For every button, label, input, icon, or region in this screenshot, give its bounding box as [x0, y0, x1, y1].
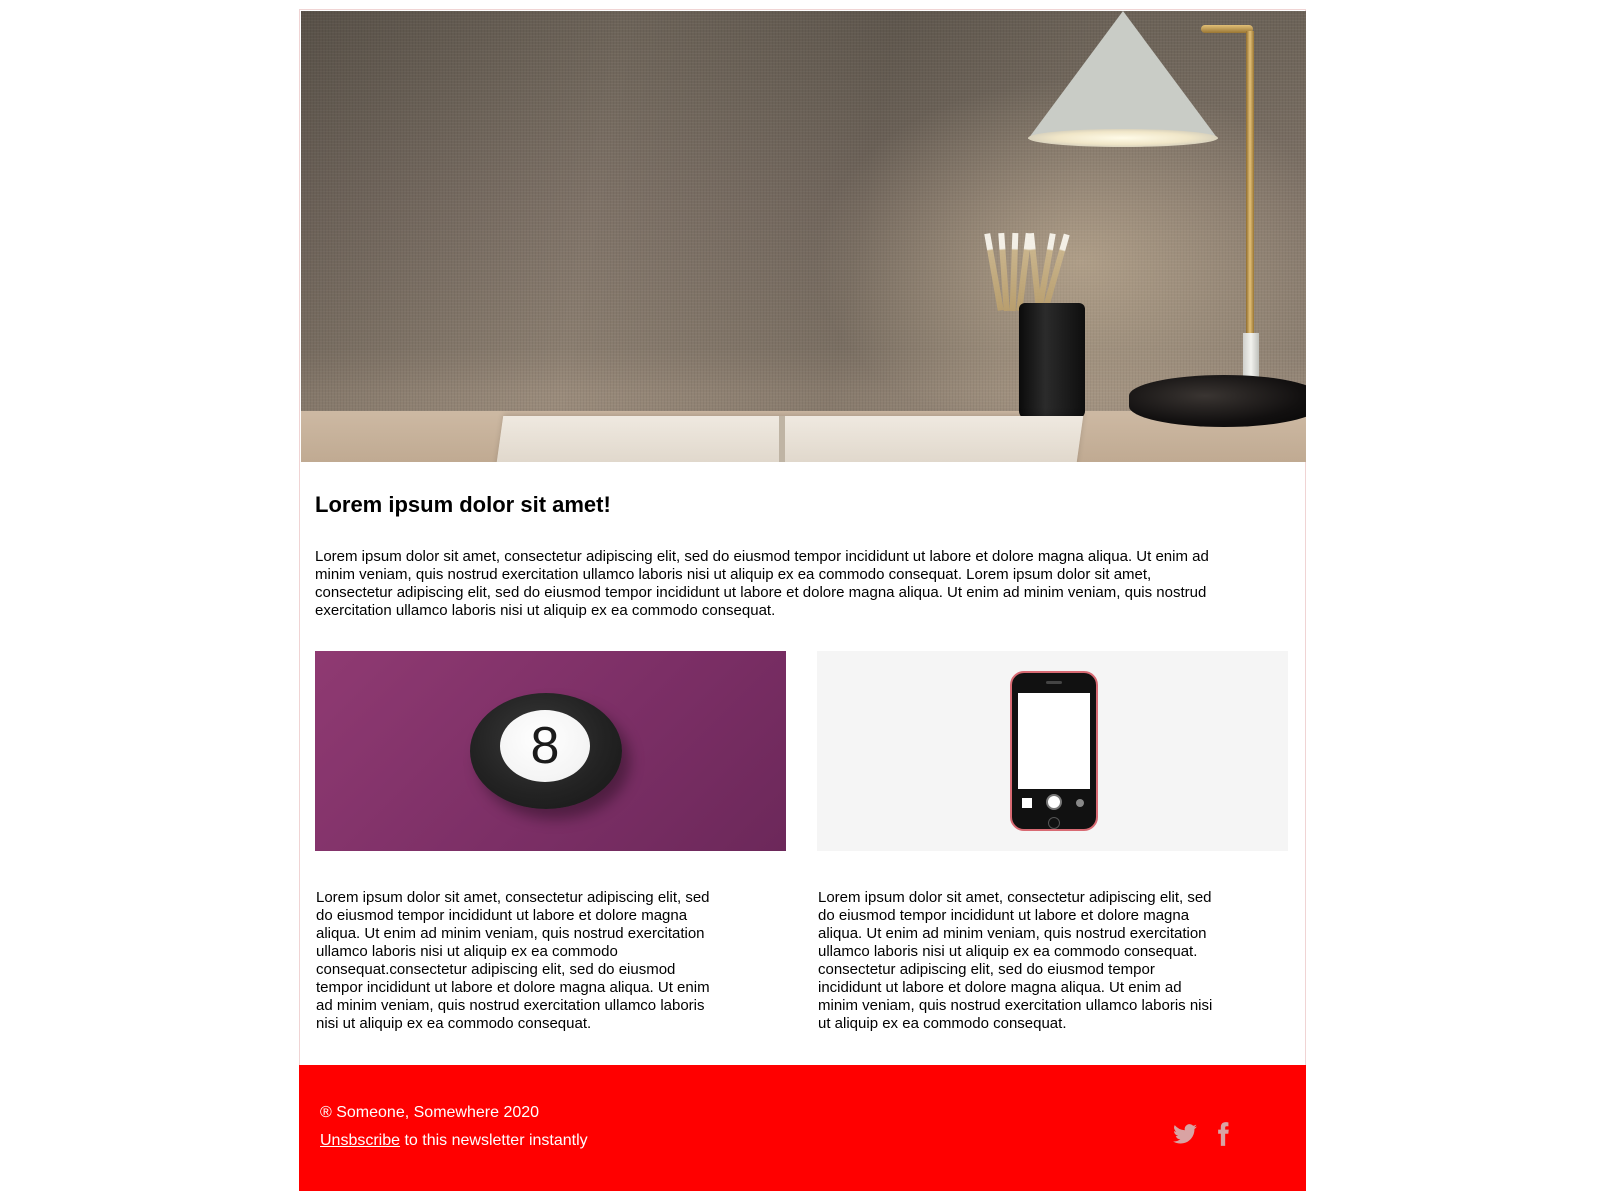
headline: Lorem ipsum dolor sit amet!	[315, 492, 611, 517]
hero-image	[301, 11, 1306, 462]
unsubscribe-link[interactable]: Unsbscribe	[320, 1132, 400, 1149]
phone-thumbnail	[1022, 798, 1032, 808]
intro-paragraph: Lorem ipsum dolor sit amet, consectetur …	[315, 548, 1209, 619]
lamp-neck	[1243, 333, 1259, 379]
eight-ball-number: 8	[500, 710, 590, 782]
phone-home-button	[1048, 817, 1060, 829]
lamp-light	[1028, 129, 1218, 147]
phone-speaker	[1046, 681, 1062, 684]
footer: ® Someone, Somewhere 2020 Unsbscribe to …	[299, 1065, 1306, 1191]
lamp-pole	[1246, 31, 1254, 341]
card-image-eight-ball: 8	[315, 651, 786, 851]
open-notebook	[494, 416, 1084, 462]
phone-screen	[1018, 693, 1090, 789]
eight-ball-icon: 8	[470, 693, 622, 809]
unsubscribe-suffix: to this newsletter instantly	[400, 1132, 588, 1149]
unsubscribe-line: Unsbscribe to this newsletter instantly	[320, 1131, 588, 1151]
pencil-cup	[1019, 303, 1085, 419]
facebook-icon[interactable]	[1210, 1121, 1236, 1147]
phone-camera-bar	[1018, 791, 1090, 815]
lamp-base	[1129, 375, 1306, 427]
lamp-shade	[1028, 11, 1218, 139]
phone-switch	[1076, 799, 1084, 807]
copyright-text: ® Someone, Somewhere 2020	[320, 1104, 540, 1121]
notebook-spine	[779, 416, 785, 462]
card-image-phone	[817, 651, 1288, 851]
smartphone-icon	[1010, 671, 1098, 831]
twitter-icon[interactable]	[1172, 1121, 1198, 1147]
card-text-right: Lorem ipsum dolor sit amet, consectetur …	[818, 889, 1213, 1032]
card-text-left: Lorem ipsum dolor sit amet, consectetur …	[316, 889, 710, 1032]
phone-shutter	[1046, 794, 1062, 810]
